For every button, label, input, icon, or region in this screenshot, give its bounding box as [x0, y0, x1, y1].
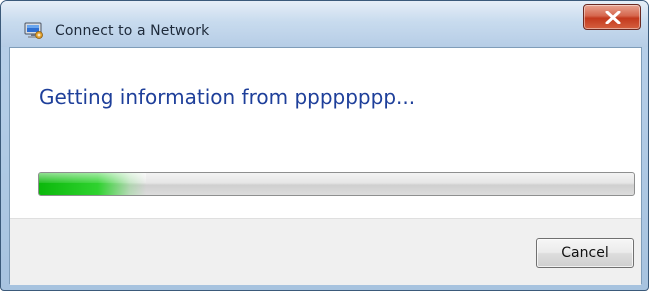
connect-dialog-window: Connect to a Network Getting information…	[0, 0, 649, 291]
progress-fill	[39, 173, 147, 195]
title-bar[interactable]: Connect to a Network	[1, 1, 648, 47]
network-icon	[24, 22, 44, 40]
window-title: Connect to a Network	[55, 23, 210, 39]
close-icon	[605, 11, 621, 24]
dialog-content: Getting information from pppppppp... Can…	[9, 47, 642, 285]
button-footer: Cancel	[10, 218, 641, 285]
progress-bar	[38, 172, 635, 196]
close-button[interactable]	[583, 4, 641, 30]
cancel-button[interactable]: Cancel	[536, 238, 634, 268]
status-heading: Getting information from pppppppp...	[39, 85, 416, 109]
